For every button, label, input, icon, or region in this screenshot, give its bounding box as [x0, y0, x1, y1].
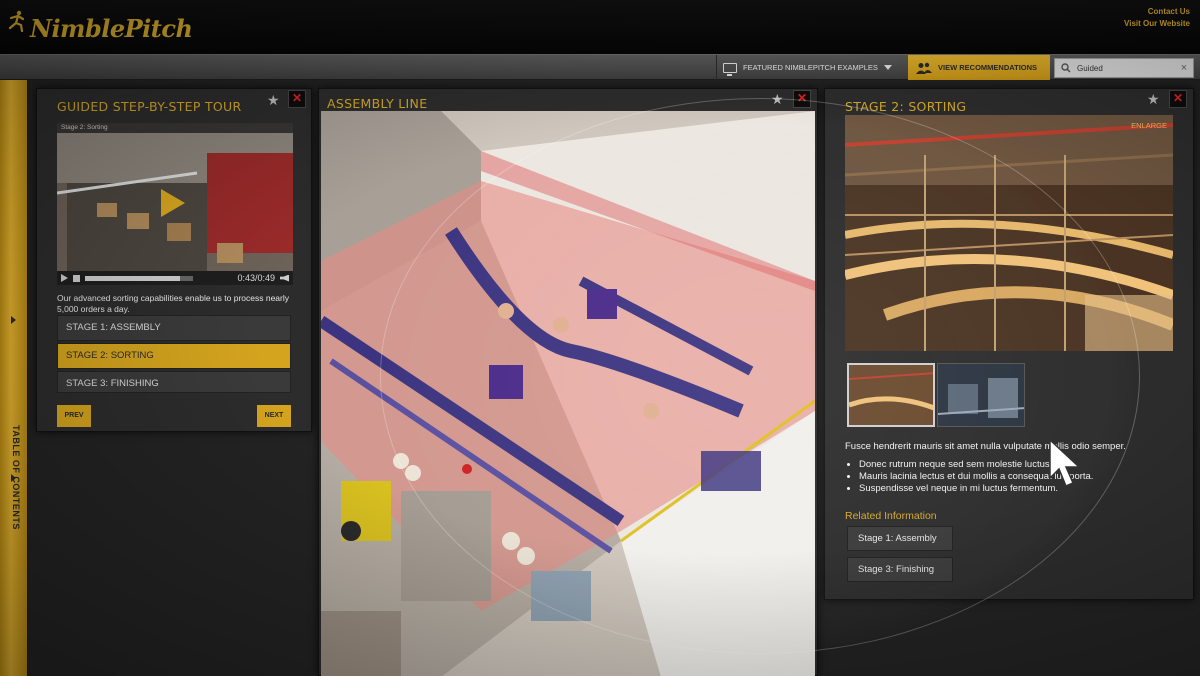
panel-title: ASSEMBLY LINE: [327, 96, 428, 111]
toolbar: FEATURED NIMBLEPITCH EXAMPLES VIEW RECOM…: [0, 54, 1200, 80]
chevron-down-icon: [883, 65, 892, 70]
header-bar: NimblePitch Contact Us Visit Our Website: [0, 0, 1200, 54]
monitor-icon: [723, 62, 737, 76]
mouse-pointer-icon: [1049, 438, 1081, 487]
assembly-line-illustration[interactable]: [321, 111, 815, 676]
visit-website-link[interactable]: Visit Our Website: [1124, 18, 1190, 30]
contact-us-link[interactable]: Contact Us: [1124, 6, 1190, 18]
favorite-star-icon[interactable]: ★: [771, 92, 784, 106]
people-icon: [916, 62, 932, 74]
volume-icon[interactable]: [280, 274, 289, 282]
guided-tour-panel: GUIDED STEP-BY-STEP TOUR ★ ✕ Stage 2: So…: [36, 88, 312, 432]
tour-description: Our advanced sorting capabilities enable…: [57, 293, 289, 314]
stage-2-sorting-button[interactable]: STAGE 2: SORTING: [57, 343, 291, 369]
featured-examples-label: FEATURED NIMBLEPITCH EXAMPLES: [743, 63, 878, 72]
panel-title: STAGE 2: SORTING: [845, 99, 967, 114]
chevron-right-icon: [11, 316, 16, 324]
enlarge-button[interactable]: ENLARGE: [1131, 121, 1167, 130]
panel-title: GUIDED STEP-BY-STEP TOUR: [57, 99, 242, 114]
video-time: 0:43/0:49: [237, 273, 275, 283]
view-recommendations-button[interactable]: VIEW RECOMMENDATIONS: [908, 55, 1050, 80]
video-controls: 0:43/0:49: [57, 271, 293, 285]
assembly-line-panel: ASSEMBLY LINE ★ ✕: [318, 88, 818, 676]
list-item: Suspendisse vel neque in mi luctus ferme…: [859, 483, 1179, 495]
chevron-right-icon: [11, 474, 16, 482]
close-icon[interactable]: ✕: [1169, 90, 1187, 108]
thumbnail-1[interactable]: [847, 363, 935, 427]
clear-search-icon[interactable]: ×: [1175, 62, 1193, 74]
video-progress-bar[interactable]: [85, 275, 193, 281]
close-icon[interactable]: ✕: [793, 90, 811, 108]
stage-2-sorting-panel: STAGE 2: SORTING ★ ✕ ENLARGE Fusce hendr…: [824, 88, 1194, 600]
stop-icon[interactable]: [73, 274, 80, 282]
table-of-contents-toggle[interactable]: TABLE OF CONTENTS: [0, 80, 28, 676]
thumbnail-image: [938, 364, 1024, 426]
video-progress-fill: [85, 275, 181, 281]
running-figure-icon: [8, 10, 25, 32]
sorting-bullet-list: Donec rutrum neque sed sem molestie luct…: [859, 459, 1179, 495]
related-stage-1-button[interactable]: Stage 1: Assembly: [847, 526, 953, 551]
stage-1-assembly-button[interactable]: STAGE 1: ASSEMBLY: [57, 315, 291, 341]
list-item: Mauris lacinia lectus et dui mollis a co…: [859, 471, 1179, 483]
prev-button[interactable]: PREV: [57, 405, 91, 427]
related-information-heading: Related Information: [845, 510, 937, 522]
search-box: ×: [1054, 58, 1194, 78]
app-window: NimblePitch Contact Us Visit Our Website…: [0, 0, 1200, 676]
brand-name: NimblePitch: [30, 13, 193, 43]
thumbnail-image: [849, 365, 933, 425]
sorting-facility-photo: [845, 115, 1173, 351]
favorite-star-icon[interactable]: ★: [1147, 92, 1160, 106]
next-button[interactable]: NEXT: [257, 405, 291, 427]
stage-3-finishing-button[interactable]: STAGE 3: FINISHING: [57, 371, 291, 393]
featured-examples-dropdown[interactable]: FEATURED NIMBLEPITCH EXAMPLES: [716, 55, 906, 80]
related-stage-3-button[interactable]: Stage 3: Finishing: [847, 557, 953, 582]
list-item: Donec rutrum neque sed sem molestie luct…: [859, 459, 1179, 471]
search-icon[interactable]: [1055, 59, 1077, 77]
header-links: Contact Us Visit Our Website: [1124, 6, 1190, 30]
sorting-photo[interactable]: ENLARGE: [845, 115, 1173, 351]
video-caption: Stage 2: Sorting: [57, 123, 293, 133]
thumbnail-2[interactable]: [937, 363, 1025, 427]
factory-floor-graphic: [321, 111, 815, 676]
video-player[interactable]: Stage 2: Sorting: [57, 123, 293, 271]
search-input[interactable]: [1077, 63, 1175, 73]
close-icon[interactable]: ✕: [288, 90, 306, 108]
play-icon[interactable]: [161, 189, 185, 217]
nimblepitch-logo[interactable]: NimblePitch: [6, 8, 193, 48]
sorting-description: Fusce hendrerit mauris sit amet nulla vu…: [845, 441, 1126, 452]
favorite-star-icon[interactable]: ★: [267, 93, 280, 107]
play-icon[interactable]: [61, 274, 68, 282]
view-recommendations-label: VIEW RECOMMENDATIONS: [938, 63, 1038, 72]
